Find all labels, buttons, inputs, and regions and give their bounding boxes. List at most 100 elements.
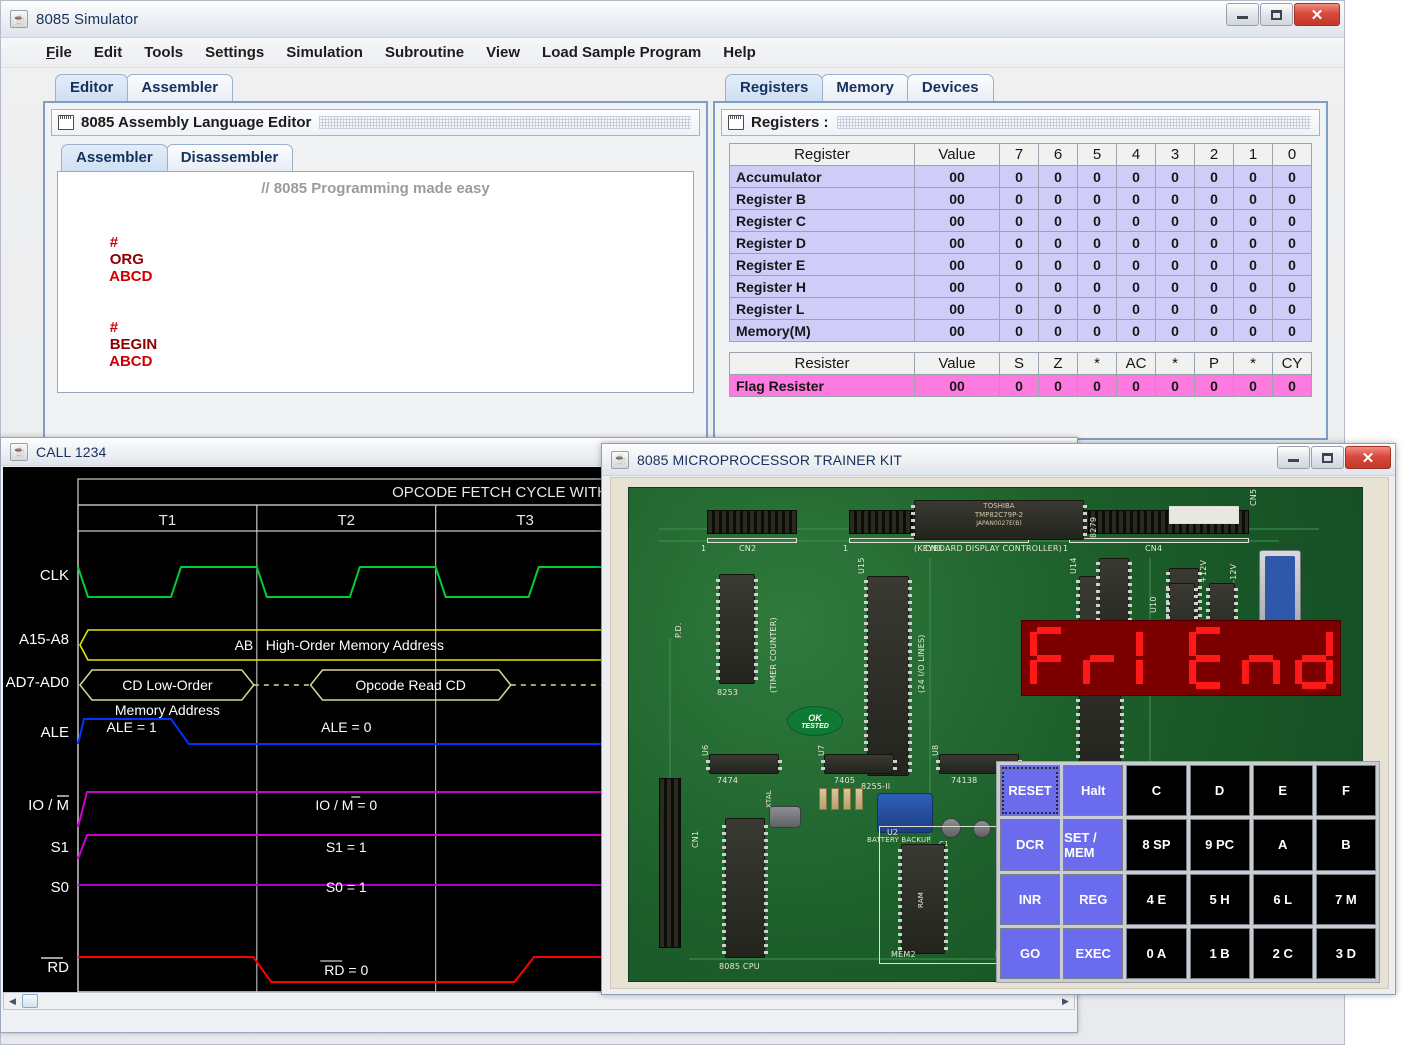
keypad-button-5-h[interactable]: 5 H [1190, 874, 1250, 925]
register-value-cell[interactable]: 00 [915, 276, 1000, 298]
menu-settings[interactable]: Settings [194, 42, 275, 63]
minimize-button[interactable] [1226, 3, 1259, 26]
scroll-thumb[interactable] [22, 994, 38, 1008]
menu-simulation[interactable]: Simulation [275, 42, 374, 63]
register-bit-cell[interactable]: 0 [1078, 254, 1117, 276]
register-bit-cell[interactable]: 0 [1273, 166, 1312, 188]
kit-titlebar[interactable]: ☕ 8085 MICROPROCESSOR TRAINER KIT ✕ [602, 444, 1395, 476]
table-row[interactable]: Memory(M)0000000000 [730, 320, 1312, 342]
tab-assembler[interactable]: Assembler [126, 74, 233, 101]
keypad-button-6-l[interactable]: 6 L [1253, 874, 1313, 925]
register-value-cell[interactable]: 00 [915, 375, 1000, 397]
register-bit-cell[interactable]: 0 [1039, 232, 1078, 254]
register-bit-cell[interactable]: 0 [1234, 188, 1273, 210]
register-bit-cell[interactable]: 0 [1156, 276, 1195, 298]
register-value-cell[interactable]: 00 [915, 320, 1000, 342]
kit-minimize-button[interactable] [1277, 446, 1310, 469]
keypad-button-reset[interactable]: RESET [1000, 765, 1060, 816]
register-bit-cell[interactable]: 0 [1273, 188, 1312, 210]
register-bit-cell[interactable]: 0 [1078, 276, 1117, 298]
keypad-button-9-pc[interactable]: 9 PC [1190, 819, 1250, 870]
menu-view[interactable]: View [475, 42, 531, 63]
keypad-button-1-b[interactable]: 1 B [1190, 928, 1250, 979]
register-bit-cell[interactable]: 0 [1039, 188, 1078, 210]
menu-edit[interactable]: Edit [83, 42, 133, 63]
table-row[interactable]: Register C0000000000 [730, 210, 1312, 232]
close-button[interactable]: ✕ [1294, 3, 1340, 26]
register-value-cell[interactable]: 00 [915, 254, 1000, 276]
table-row[interactable]: Register D0000000000 [730, 232, 1312, 254]
register-bit-cell[interactable]: 0 [1078, 188, 1117, 210]
register-bit-cell[interactable]: 0 [1117, 188, 1156, 210]
keypad-button-b[interactable]: B [1316, 819, 1376, 870]
register-bit-cell[interactable]: 0 [1078, 320, 1117, 342]
register-bit-cell[interactable]: 0 [1039, 210, 1078, 232]
register-bit-cell[interactable]: 0 [1000, 375, 1039, 397]
register-bit-cell[interactable]: 0 [1234, 254, 1273, 276]
menu-help[interactable]: Help [712, 42, 767, 63]
register-bit-cell[interactable]: 0 [1156, 232, 1195, 254]
keypad-button-2-c[interactable]: 2 C [1253, 928, 1313, 979]
table-row[interactable]: Register E0000000000 [730, 254, 1312, 276]
register-bit-cell[interactable]: 0 [1156, 254, 1195, 276]
register-bit-cell[interactable]: 0 [1039, 320, 1078, 342]
tab-devices[interactable]: Devices [907, 74, 994, 101]
keypad-button-dcr[interactable]: DCR [1000, 819, 1060, 870]
register-bit-cell[interactable]: 0 [1000, 210, 1039, 232]
register-bit-cell[interactable]: 0 [1078, 298, 1117, 320]
menu-load-sample-program[interactable]: Load Sample Program [531, 42, 712, 63]
tab-editor[interactable]: Editor [55, 74, 128, 101]
register-bit-cell[interactable]: 0 [1000, 320, 1039, 342]
register-bit-cell[interactable]: 0 [1078, 375, 1117, 397]
code-editor-textarea[interactable]: // 8085 Programming made easy # ORG ABCD… [57, 171, 694, 393]
register-bit-cell[interactable]: 0 [1117, 232, 1156, 254]
register-bit-cell[interactable]: 0 [1273, 298, 1312, 320]
register-bit-cell[interactable]: 0 [1195, 188, 1234, 210]
register-bit-cell[interactable]: 0 [1156, 166, 1195, 188]
register-bit-cell[interactable]: 0 [1195, 210, 1234, 232]
register-bit-cell[interactable]: 0 [1234, 232, 1273, 254]
maximize-button[interactable] [1260, 3, 1293, 26]
register-bit-cell[interactable]: 0 [1273, 210, 1312, 232]
register-bit-cell[interactable]: 0 [1117, 320, 1156, 342]
tab-memory[interactable]: Memory [821, 74, 909, 101]
kit-close-button[interactable]: ✕ [1345, 446, 1391, 469]
register-bit-cell[interactable]: 0 [1000, 232, 1039, 254]
register-bit-cell[interactable]: 0 [1195, 375, 1234, 397]
register-bit-cell[interactable]: 0 [1039, 298, 1078, 320]
register-bit-cell[interactable]: 0 [1234, 210, 1273, 232]
register-bit-cell[interactable]: 0 [1039, 276, 1078, 298]
register-bit-cell[interactable]: 0 [1195, 276, 1234, 298]
menu-file[interactable]: File [35, 42, 83, 63]
menu-subroutine[interactable]: Subroutine [374, 42, 475, 63]
register-bit-cell[interactable]: 0 [1078, 210, 1117, 232]
register-bit-cell[interactable]: 0 [1117, 298, 1156, 320]
register-bit-cell[interactable]: 0 [1273, 276, 1312, 298]
register-bit-cell[interactable]: 0 [1273, 232, 1312, 254]
register-bit-cell[interactable]: 0 [1117, 210, 1156, 232]
keypad-button-d[interactable]: D [1190, 765, 1250, 816]
register-value-cell[interactable]: 00 [915, 188, 1000, 210]
register-bit-cell[interactable]: 0 [1156, 375, 1195, 397]
tab-disassembler-sub[interactable]: Disassembler [166, 144, 294, 171]
keypad-button-e[interactable]: E [1253, 765, 1313, 816]
keypad-button-exec[interactable]: EXEC [1063, 928, 1123, 979]
register-bit-cell[interactable]: 0 [1273, 320, 1312, 342]
register-bit-cell[interactable]: 0 [1195, 232, 1234, 254]
keypad-button-a[interactable]: A [1253, 819, 1313, 870]
keypad-button-7-m[interactable]: 7 M [1316, 874, 1376, 925]
register-bit-cell[interactable]: 0 [1078, 232, 1117, 254]
register-bit-cell[interactable]: 0 [1156, 188, 1195, 210]
register-bit-cell[interactable]: 0 [1000, 298, 1039, 320]
register-value-cell[interactable]: 00 [915, 210, 1000, 232]
menu-tools[interactable]: Tools [133, 42, 194, 63]
keypad-button-inr[interactable]: INR [1000, 874, 1060, 925]
kit-maximize-button[interactable] [1311, 446, 1344, 469]
register-bit-cell[interactable]: 0 [1195, 254, 1234, 276]
keypad-button-f[interactable]: F [1316, 765, 1376, 816]
keypad-button-4-e[interactable]: 4 E [1126, 874, 1186, 925]
scroll-right-arrow[interactable]: ▶ [1057, 993, 1074, 1009]
simulator-titlebar[interactable]: ☕ 8085 Simulator ✕ [1, 1, 1344, 38]
register-bit-cell[interactable]: 0 [1000, 166, 1039, 188]
register-bit-cell[interactable]: 0 [1156, 320, 1195, 342]
